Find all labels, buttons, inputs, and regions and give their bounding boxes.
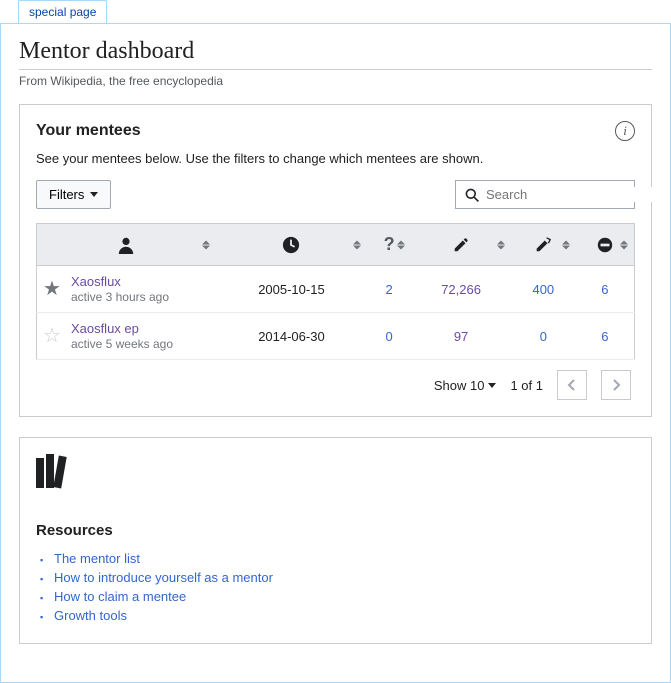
- clock-icon: [222, 236, 361, 254]
- page-info: 1 of 1: [510, 378, 543, 393]
- cell-blocks[interactable]: 6: [601, 282, 608, 297]
- col-questions[interactable]: ?: [367, 224, 411, 266]
- table-row: ☆ Xaosflux ep active 5 weeks ago 2014-06…: [37, 313, 635, 360]
- filters-button[interactable]: Filters: [36, 180, 111, 209]
- cell-questions[interactable]: 0: [386, 329, 393, 344]
- list-item: How to claim a mentee: [36, 589, 635, 604]
- list-item: The mentor list: [36, 551, 635, 566]
- list-item: How to introduce yourself as a mentor: [36, 570, 635, 585]
- resources-card: Resources The mentor list How to introdu…: [19, 437, 652, 644]
- chevron-down-icon: [488, 383, 496, 388]
- cell-edits[interactable]: 97: [454, 329, 468, 344]
- col-edits[interactable]: [411, 224, 511, 266]
- active-text: active 5 weeks ago: [71, 337, 173, 351]
- mentees-desc: See your mentees below. Use the filters …: [36, 151, 635, 166]
- resource-link[interactable]: How to claim a mentee: [54, 589, 186, 604]
- info-icon[interactable]: i: [615, 121, 635, 141]
- col-date[interactable]: [216, 224, 367, 266]
- cell-edits[interactable]: 72,266: [441, 282, 481, 297]
- cell-questions[interactable]: 2: [386, 282, 393, 297]
- edit-icon: [417, 236, 505, 254]
- resource-link[interactable]: How to introduce yourself as a mentor: [54, 570, 273, 585]
- show-selector[interactable]: Show 10: [434, 378, 497, 393]
- cell-blocks[interactable]: 6: [601, 329, 608, 344]
- filters-label: Filters: [49, 187, 84, 202]
- star-icon[interactable]: ★: [43, 279, 61, 299]
- star-icon[interactable]: ☆: [43, 326, 61, 346]
- tab-special-page[interactable]: special page: [18, 0, 107, 23]
- show-label: Show 10: [434, 378, 485, 393]
- search-icon: [464, 187, 480, 203]
- cell-date: 2005-10-15: [216, 266, 367, 313]
- resource-link[interactable]: The mentor list: [54, 551, 140, 566]
- mentees-card: Your mentees i See your mentees below. U…: [19, 104, 652, 417]
- cell-date: 2014-06-30: [216, 313, 367, 360]
- user-link[interactable]: Xaosflux ep: [71, 321, 139, 336]
- active-text: active 3 hours ago: [71, 290, 169, 304]
- page-title: Mentor dashboard: [19, 38, 652, 70]
- table-row: ★ Xaosflux active 3 hours ago 2005-10-15…: [37, 266, 635, 313]
- chevron-right-icon: [610, 379, 622, 391]
- user-link[interactable]: Xaosflux: [71, 274, 121, 289]
- cell-reverts[interactable]: 0: [540, 329, 547, 344]
- page-container: Mentor dashboard From Wikipedia, the fre…: [0, 23, 671, 683]
- chevron-down-icon: [90, 192, 98, 197]
- next-button[interactable]: [601, 370, 631, 400]
- col-reverts[interactable]: [511, 224, 576, 266]
- chevron-left-icon: [566, 379, 578, 391]
- mentees-title: Your mentees: [36, 122, 141, 140]
- search-input[interactable]: [486, 187, 662, 202]
- user-icon: [43, 236, 210, 254]
- col-blocks[interactable]: [576, 224, 635, 266]
- prev-button[interactable]: [557, 370, 587, 400]
- question-icon: ?: [384, 234, 395, 254]
- page-subtitle: From Wikipedia, the free encyclopedia: [19, 74, 652, 88]
- list-item: Growth tools: [36, 608, 635, 623]
- resources-title: Resources: [36, 522, 635, 539]
- search-box[interactable]: [455, 180, 635, 209]
- resources-list: The mentor list How to introduce yoursel…: [36, 551, 635, 623]
- books-icon: [36, 454, 635, 490]
- mentees-table: ?: [36, 223, 635, 360]
- cell-reverts[interactable]: 400: [532, 282, 554, 297]
- col-user[interactable]: [37, 224, 216, 266]
- resource-link[interactable]: Growth tools: [54, 608, 127, 623]
